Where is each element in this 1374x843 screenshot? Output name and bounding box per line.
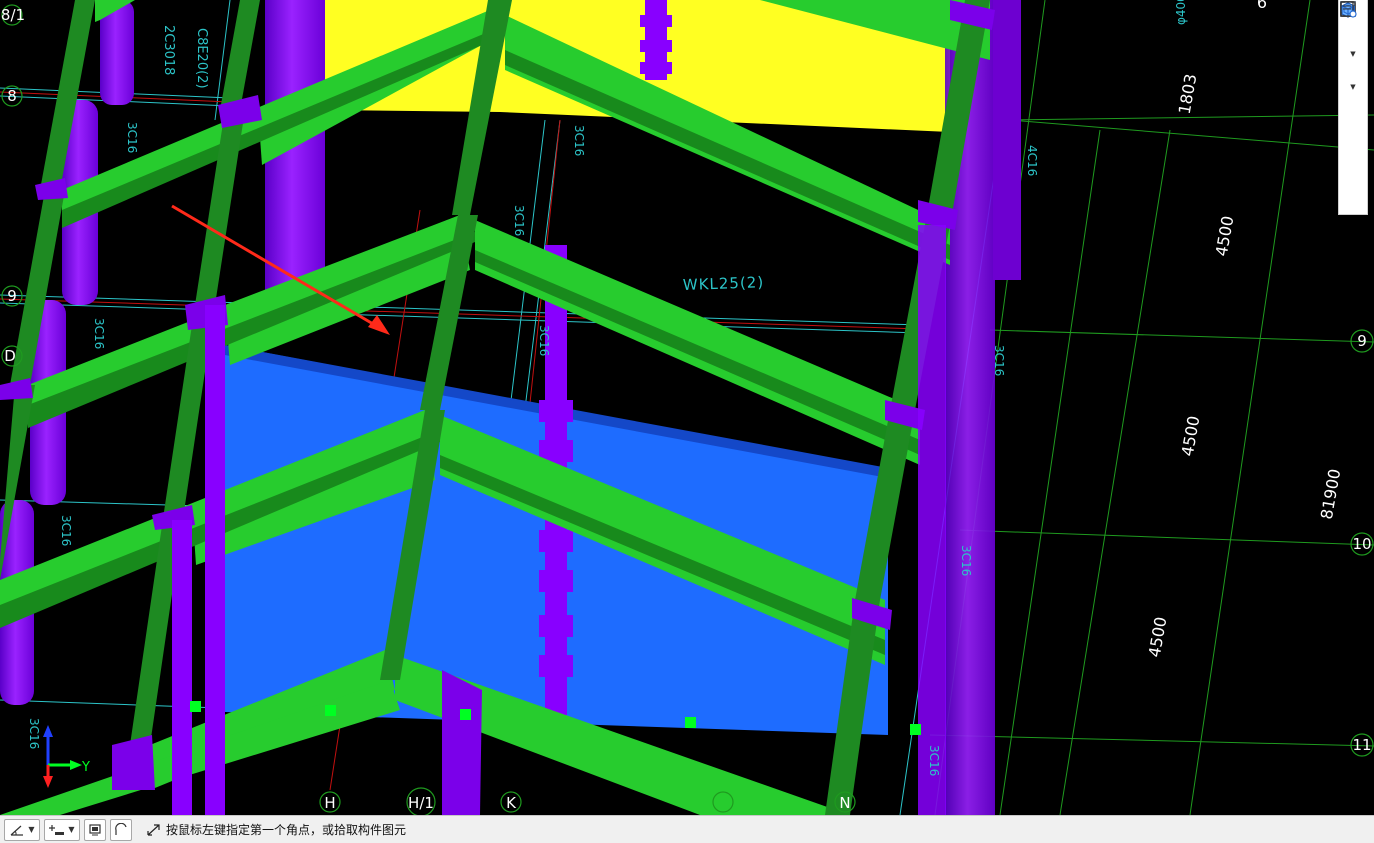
rebar-label-1: 3C16 bbox=[125, 122, 139, 153]
dimension-top-right: 6 bbox=[1257, 0, 1267, 12]
grid-label-9-left: 9 bbox=[7, 287, 17, 305]
plus-bar-icon bbox=[49, 824, 65, 835]
beam-label-wkl25: WKL25(2) bbox=[683, 273, 765, 294]
arc-icon bbox=[115, 822, 127, 835]
model-canvas[interactable]: 8/1 8 9 D 9 10 11 H H/1 K N WKL25(2) 2C3… bbox=[0, 0, 1374, 815]
capture-button[interactable] bbox=[84, 818, 106, 841]
view-3d-dropdown[interactable]: ▼ bbox=[1342, 50, 1364, 58]
dimension-4500-a: 4500 bbox=[1212, 214, 1238, 257]
grid-label-n: N bbox=[839, 794, 850, 812]
properties-view-button[interactable] bbox=[1340, 1, 1364, 166]
grid-label-8-1: 8/1 bbox=[1, 6, 25, 24]
rebar-label-10: 3C16 bbox=[959, 545, 973, 576]
beam-side-label: 2C3018 bbox=[161, 25, 176, 75]
rebar-label-5: 3C16 bbox=[572, 125, 586, 156]
offset-input-button[interactable]: ▼ bbox=[44, 818, 80, 841]
angle-icon bbox=[11, 825, 24, 836]
grid-label-11: 11 bbox=[1352, 736, 1371, 754]
rebar-label-8: 4C16 bbox=[1025, 145, 1039, 176]
arc-draw-button[interactable] bbox=[110, 818, 132, 841]
angle-snap-button[interactable]: ▼ bbox=[4, 818, 40, 841]
view-3d-solid-button[interactable] bbox=[1341, 2, 1364, 83]
zoom-extents-button[interactable] bbox=[1340, 1, 1364, 116]
grid-label-8: 8 bbox=[7, 87, 17, 105]
grid-label-k: K bbox=[506, 794, 517, 812]
rebar-label-3: 3C16 bbox=[59, 515, 73, 546]
top-dimension-label: φ400 bbox=[1174, 0, 1188, 25]
dimension-1803: 1803 bbox=[1175, 72, 1201, 115]
list-eye-icon bbox=[1340, 1, 1357, 18]
3d-model-viewport[interactable]: 8/1 8 9 D 9 10 11 H H/1 K N WKL25(2) 2C3… bbox=[0, 0, 1374, 815]
rebar-label-11: 3C16 bbox=[927, 745, 941, 776]
view-cube-button[interactable] bbox=[1340, 1, 1364, 141]
dimension-4500-c: 4500 bbox=[1145, 615, 1171, 658]
angle-snap-dropdown-icon: ▼ bbox=[28, 825, 35, 834]
offset-dropdown-icon: ▼ bbox=[68, 825, 75, 834]
dimension-81900: 81900 bbox=[1317, 467, 1345, 520]
view-solid-dropdown[interactable]: ▼ bbox=[1342, 83, 1364, 91]
grid-label-d: D bbox=[4, 347, 16, 365]
axis-gizmo: Y bbox=[43, 725, 90, 788]
rebar-label-7: 3C16 bbox=[537, 325, 551, 356]
rebar-label-6: 3C16 bbox=[512, 205, 526, 236]
grid-label-h: H bbox=[324, 794, 335, 812]
axis-y-label: Y bbox=[81, 760, 90, 775]
rebar-label-9: 3C16 bbox=[992, 345, 1006, 376]
section-label: C8E20(2) bbox=[194, 28, 209, 89]
command-prompt-text: 按鼠标左键指定第一个角点，或拾取构件图元 bbox=[166, 823, 407, 837]
diagonal-arrow-icon bbox=[147, 823, 160, 836]
monitor-icon bbox=[89, 823, 101, 835]
status-bar: ▼ ▼ 按鼠标左键指定第一个角点，或拾取构件图元 bbox=[0, 815, 1374, 843]
grid-label-h1: H/1 bbox=[408, 794, 434, 812]
view-3d-box-button[interactable] bbox=[1341, 2, 1364, 50]
rebar-label-4: 3C16 bbox=[27, 718, 41, 749]
dimension-labels: 1803 4500 4500 4500 81900 6 bbox=[1145, 0, 1345, 659]
rebar-label-2: 3C16 bbox=[92, 318, 106, 349]
view-toolbar: 2D ▼ ▼ bbox=[1338, 0, 1368, 215]
grid-label-9-right: 9 bbox=[1357, 332, 1367, 350]
grid-label-10: 10 bbox=[1352, 535, 1371, 553]
dimension-4500-b: 4500 bbox=[1178, 414, 1204, 457]
command-prompt: 按鼠标左键指定第一个角点，或拾取构件图元 bbox=[146, 821, 406, 838]
